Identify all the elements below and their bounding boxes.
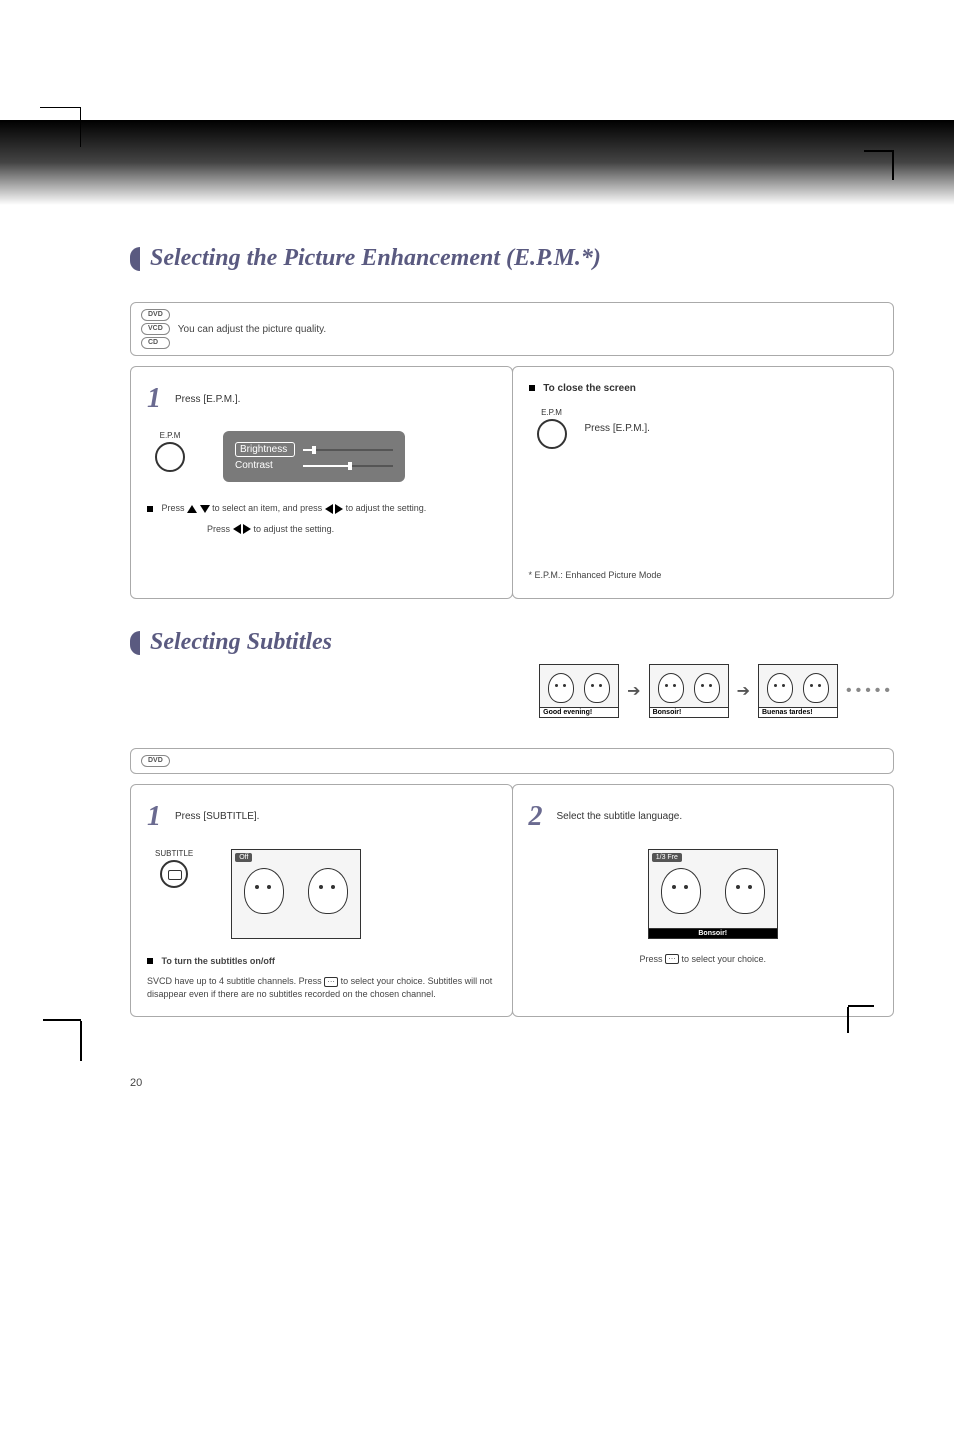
header-gradient-bar xyxy=(0,120,954,205)
section-title-epm: Selecting the Picture Enhancement (E.P.M… xyxy=(130,245,894,272)
step1-text: Press [E.P.M.]. xyxy=(175,394,240,405)
close-col: To close the screen E.P.M Press [E.P.M.]… xyxy=(512,366,895,599)
left-icon xyxy=(233,524,241,534)
instruction-bar-1: DVD VCD CD You can adjust the picture qu… xyxy=(130,302,894,356)
strip-cap-3: Buenas tardes! xyxy=(759,707,837,717)
epm-button-icon xyxy=(155,442,185,472)
cartoon2-osd: 1/3 Fre xyxy=(652,853,682,862)
cartoon-large-1: Off xyxy=(231,849,361,939)
epm-button-icon xyxy=(537,419,567,449)
sub-step2-num: 2 xyxy=(529,801,543,833)
contrast-slider xyxy=(303,462,393,470)
osd-panel: Brightness Contrast xyxy=(223,431,405,482)
subtitle-sequence-strip: Good evening! ➔ Bonsoir! ➔ Buenas tardes… xyxy=(130,664,894,718)
bullet-icon xyxy=(147,506,153,512)
strip-cap-2: Bonsoir! xyxy=(650,707,728,717)
sub-step1-text: Press [SUBTITLE]. xyxy=(175,811,259,822)
subtitle-inline-icon xyxy=(324,977,338,987)
epm-button-label-2: E.P.M xyxy=(537,408,567,417)
caption2b: to select your choice. xyxy=(681,954,766,964)
step1-num: 1 xyxy=(147,383,161,415)
page-number: 20 xyxy=(130,1077,894,1089)
caption-1a: Press xyxy=(162,503,188,513)
arrow-right-icon: ➔ xyxy=(627,681,640,701)
close-note-prefix: To close the screen xyxy=(543,383,636,394)
sub-step2-text: Select the subtitle language. xyxy=(557,811,683,822)
brightness-slider xyxy=(303,446,393,454)
bullet-icon xyxy=(529,385,535,391)
caption-2b: to adjust the setting. xyxy=(254,524,335,534)
instruction-bar-2: DVD xyxy=(130,748,894,774)
osd-brightness-label: Brightness xyxy=(235,442,295,457)
osd-contrast-label: Contrast xyxy=(235,460,295,471)
cartoon1-osd: Off xyxy=(235,853,252,862)
down-icon xyxy=(200,505,210,513)
cartoon-thumb-1: Good evening! xyxy=(539,664,619,718)
arrow-right-icon: ➔ xyxy=(737,681,750,701)
epm-footnote: * E.P.M.: Enhanced Picture Mode xyxy=(529,569,878,582)
cartoon-large-2: 1/3 Fre Bonsoir! xyxy=(648,849,778,939)
subtitle-button-label: SUBTITLE xyxy=(155,849,193,858)
sub-step1-num: 1 xyxy=(147,801,161,833)
sub-note-prefix: To turn the subtitles on/off xyxy=(162,956,275,966)
right-icon xyxy=(243,524,251,534)
caption-1c: to adjust the setting. xyxy=(346,503,427,513)
strip-cap-1: Good evening! xyxy=(540,707,618,717)
subtitle-step1-col: 1 Press [SUBTITLE]. SUBTITLE Off To turn… xyxy=(130,784,513,1018)
cartoon-thumb-3: Buenas tardes! xyxy=(758,664,838,718)
bullet-icon xyxy=(147,958,153,964)
close-note-text: Press [E.P.M.]. xyxy=(585,423,650,434)
caption-1b: to select an item, and press xyxy=(212,503,325,513)
format-badge-dvd: DVD xyxy=(141,309,170,321)
left-icon xyxy=(325,504,333,514)
step1-col: 1 Press [E.P.M.]. E.P.M Brightness xyxy=(130,366,513,599)
caption-2a: Press xyxy=(207,524,233,534)
cartoon-thumb-2: Bonsoir! xyxy=(649,664,729,718)
ellipsis-icon: ••••• xyxy=(846,682,894,700)
subtitle-inline-icon xyxy=(665,954,679,964)
section-title-subtitles: Selecting Subtitles xyxy=(130,629,894,656)
format-badge-dvd-2: DVD xyxy=(141,755,170,767)
format-badge-cd: CD xyxy=(141,337,170,349)
sub-note-a: SVCD have up to 4 subtitle channels. Pre… xyxy=(147,976,324,986)
epm-button-label-1: E.P.M xyxy=(155,431,185,440)
right-icon xyxy=(335,504,343,514)
subtitle-step2-col: 2 Select the subtitle language. 1/3 Fre … xyxy=(512,784,895,1018)
subtitle-button-icon xyxy=(160,860,188,888)
caption2a: Press xyxy=(639,954,665,964)
cartoon2-cap: Bonsoir! xyxy=(649,928,777,938)
bar-text-1: You can adjust the picture quality. xyxy=(178,324,326,335)
format-badge-vcd: VCD xyxy=(141,323,170,335)
up-icon xyxy=(187,505,197,513)
